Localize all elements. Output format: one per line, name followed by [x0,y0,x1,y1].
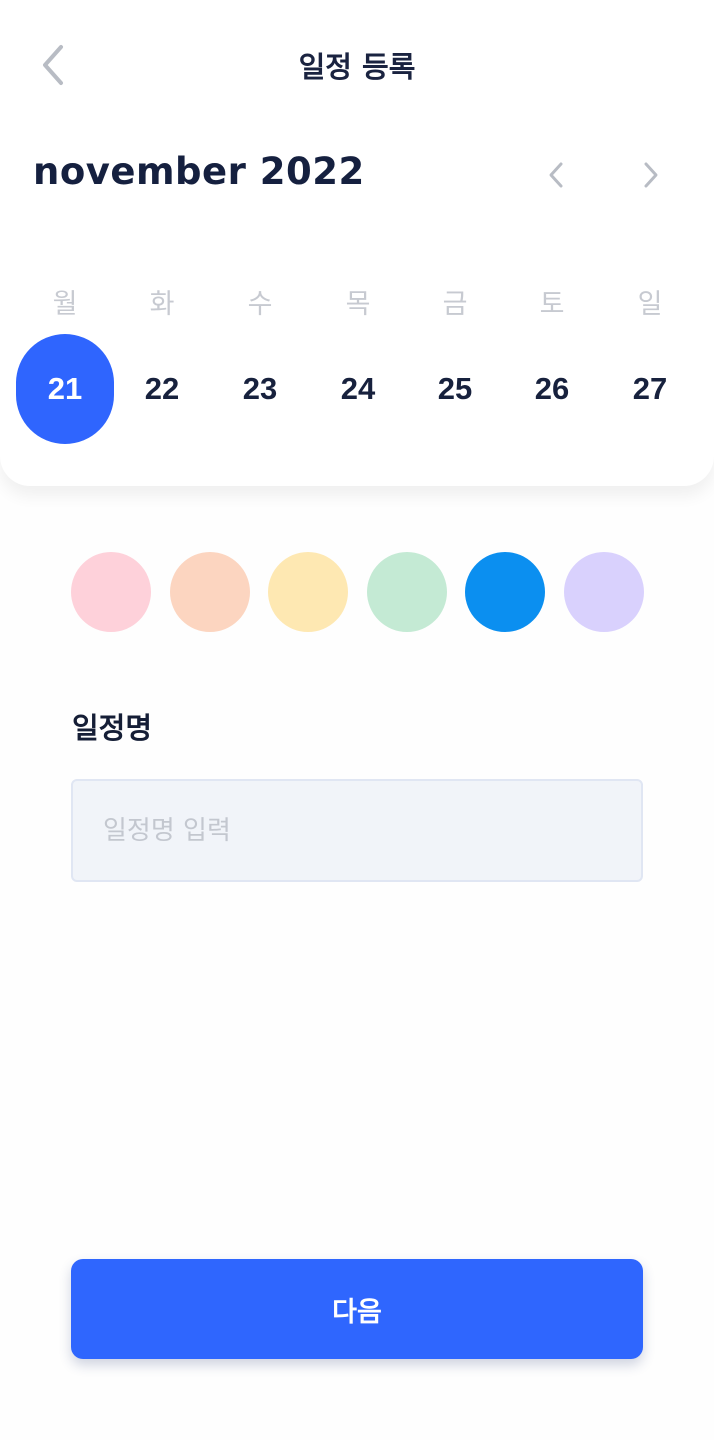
date-cell[interactable]: 25 [406,334,504,444]
color-option-mint[interactable] [367,552,447,632]
weekday-sat: 토 [539,289,565,320]
calendar-card: 일정 등록 november 2022 월 화 수 목 금 토 일 21 22 … [0,0,714,486]
chevron-left-icon [549,162,563,188]
color-option-pink[interactable] [71,552,151,632]
weekday-sun: 일 [637,289,663,320]
color-option-peach[interactable] [170,552,250,632]
next-month-button[interactable] [629,152,673,198]
prev-month-button[interactable] [534,152,578,198]
date-cell[interactable]: 22 [113,334,211,444]
weekday-thu: 목 [345,289,371,320]
color-option-blue[interactable] [465,552,545,632]
date-cell[interactable]: 24 [309,334,407,444]
color-option-yellow[interactable] [268,552,348,632]
date-cell[interactable]: 27 [601,334,699,444]
date-cell[interactable]: 23 [211,334,309,444]
chevron-right-icon [644,162,658,188]
weekday-mon: 월 [52,289,78,320]
next-button[interactable]: 다음 [71,1259,643,1359]
schedule-name-label: 일정명 [72,711,153,745]
page-title: 일정 등록 [298,50,416,84]
date-cell-selected[interactable]: 21 [16,334,114,444]
weekday-wed: 수 [247,289,273,320]
weekday-tue: 화 [149,289,175,320]
month-year-label: november 2022 [33,150,365,193]
weekday-fri: 금 [442,289,468,320]
color-option-lavender[interactable] [564,552,644,632]
date-cell[interactable]: 26 [503,334,601,444]
schedule-name-input[interactable] [71,779,643,882]
